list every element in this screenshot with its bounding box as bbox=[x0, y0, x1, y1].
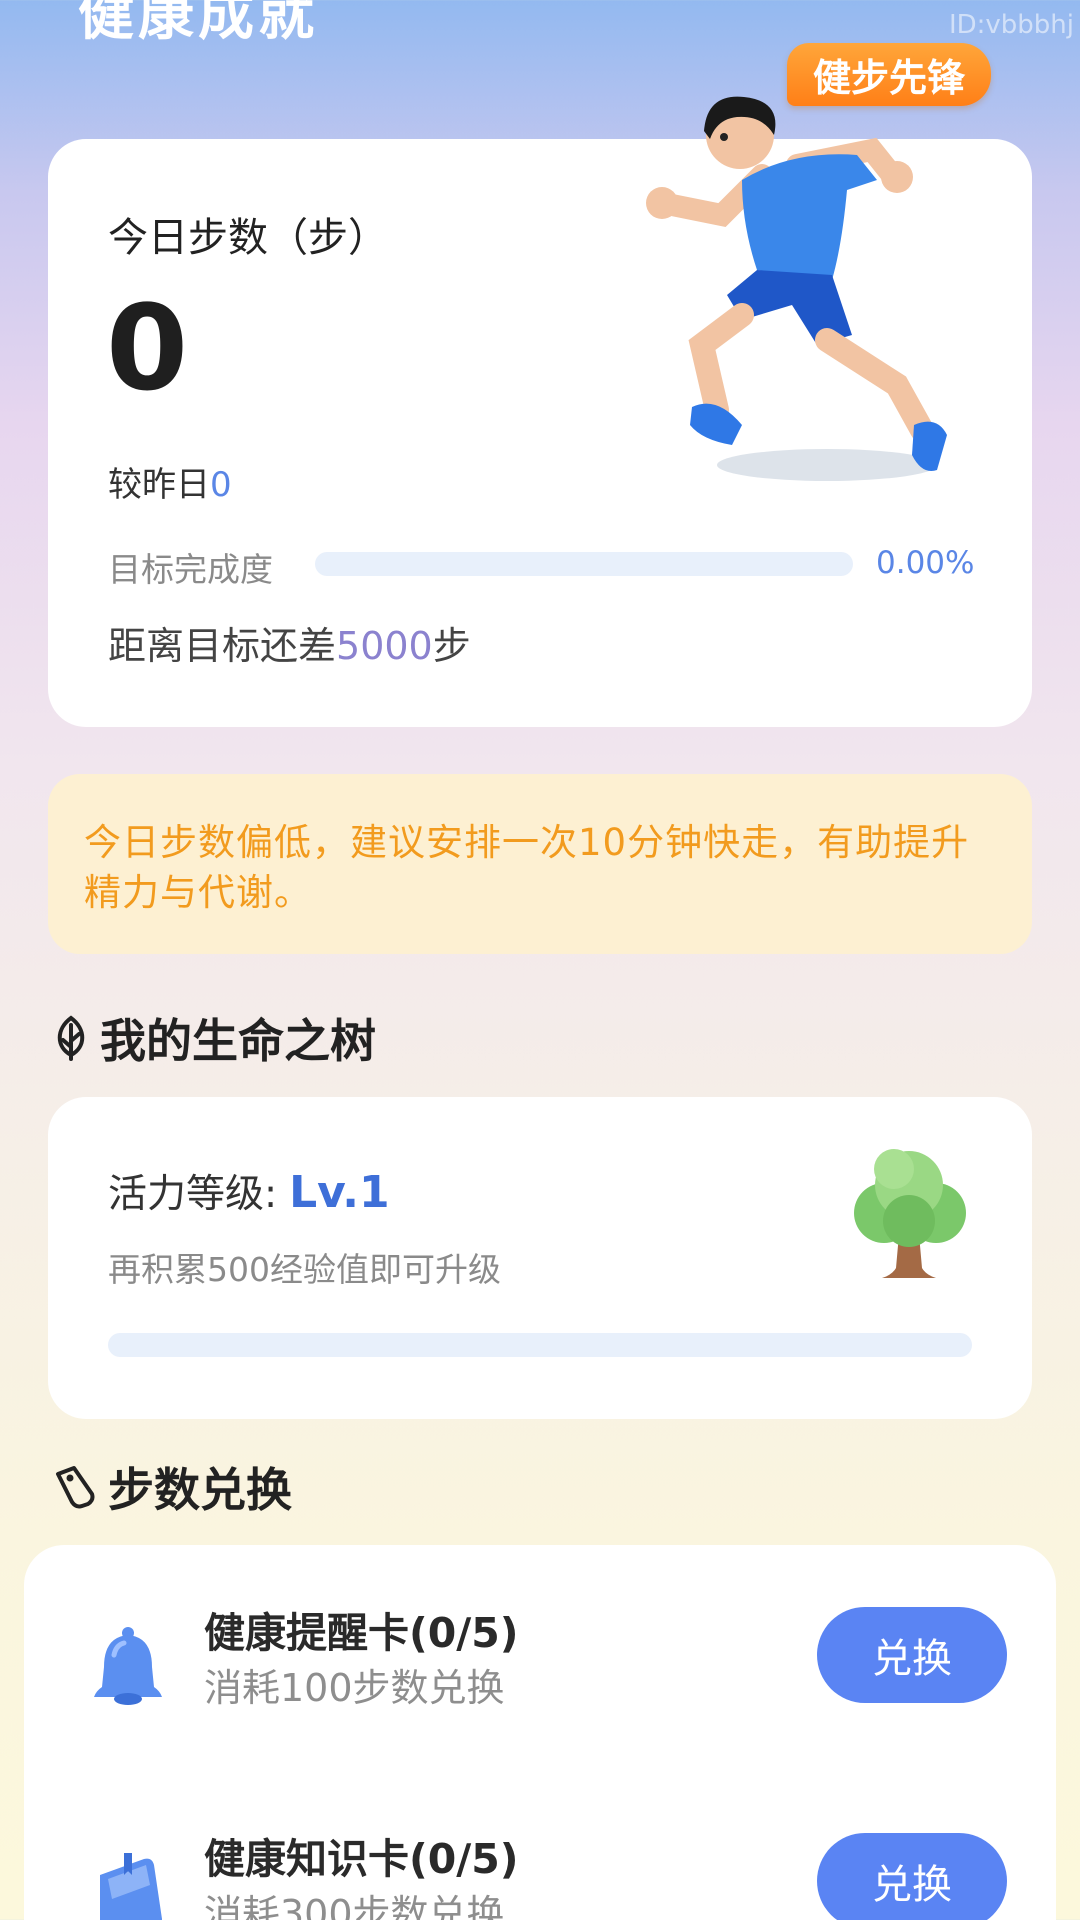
remaining-steps: 距离目标还差5000步 bbox=[108, 615, 471, 670]
exchange-item: 健康提醒卡(0/5) 消耗100步数兑换 兑换 bbox=[24, 1595, 1056, 1735]
exp-hint: 再积累500经验值即可升级 bbox=[108, 1250, 501, 1289]
goal-progress-bar bbox=[315, 552, 853, 576]
page-title: 健康成就 bbox=[78, 0, 318, 48]
remaining-prefix: 距离目标还差 bbox=[108, 624, 337, 668]
exchange-card: 健康提醒卡(0/5) 消耗100步数兑换 兑换 健康知识卡(0/5) 消耗300… bbox=[24, 1545, 1056, 1920]
exchange-item-desc: 消耗100步数兑换 bbox=[204, 1666, 505, 1710]
exchange-item-name: 健康知识卡(0/5) bbox=[204, 1835, 519, 1883]
exp-progress-bar bbox=[108, 1333, 972, 1357]
exchange-item-desc: 消耗300步数兑换 bbox=[204, 1892, 505, 1920]
exchange-section-label: 步数兑换 bbox=[108, 1463, 292, 1517]
remaining-suffix: 步 bbox=[432, 624, 471, 668]
yesterday-comparison: 较昨日0 bbox=[108, 457, 232, 506]
goal-percent: 0.00% bbox=[876, 545, 975, 581]
tree-section-title: 我的生命之树 bbox=[52, 1005, 376, 1071]
bell-icon bbox=[94, 1627, 162, 1705]
coupon-icon bbox=[56, 1466, 95, 1509]
yesterday-value: 0 bbox=[210, 465, 232, 505]
remaining-value: 5000 bbox=[336, 624, 433, 668]
exchange-button[interactable]: 兑换 bbox=[817, 1607, 1007, 1703]
tree-icon bbox=[854, 1149, 966, 1278]
tip-card: 今日步数偏低，建议安排一次10分钟快走，有助提升精力与代谢。 bbox=[48, 774, 1032, 954]
book-icon bbox=[100, 1853, 162, 1920]
exchange-button[interactable]: 兑换 bbox=[817, 1833, 1007, 1920]
vitality-label: 活力等级: bbox=[108, 1172, 278, 1217]
exchange-section-title: 步数兑换 bbox=[52, 1454, 292, 1520]
watermark: ID:vbbbhj bbox=[948, 10, 1074, 40]
steps-value: 0 bbox=[106, 279, 189, 417]
tree-section-label: 我的生命之树 bbox=[100, 1014, 376, 1068]
level-value: Lv.1 bbox=[289, 1167, 390, 1218]
goal-label: 目标完成度 bbox=[108, 550, 273, 589]
runner-illustration bbox=[646, 96, 947, 481]
steps-label: 今日步数（步） bbox=[108, 215, 388, 261]
yesterday-label: 较昨日 bbox=[108, 465, 210, 505]
exchange-item: 健康知识卡(0/5) 消耗300步数兑换 兑换 bbox=[24, 1821, 1056, 1920]
exchange-item-name: 健康提醒卡(0/5) bbox=[204, 1609, 519, 1657]
vitality-level: 活力等级: Lv.1 bbox=[108, 1163, 390, 1219]
vitality-card: 活力等级: Lv.1 再积累500经验值即可升级 bbox=[48, 1097, 1032, 1419]
leaf-icon bbox=[57, 1015, 85, 1061]
